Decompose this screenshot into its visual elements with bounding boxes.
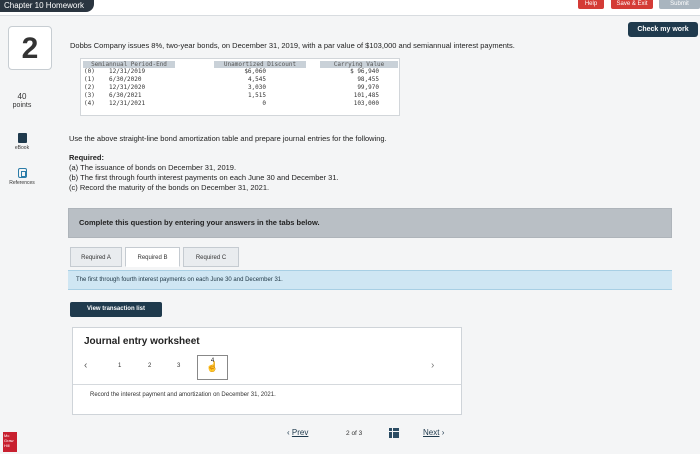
tab-required-c[interactable]: Required C (183, 247, 239, 267)
instructions-text: Use the above straight-line bond amortiz… (69, 134, 387, 143)
worksheet-page-2[interactable]: 2 (148, 363, 151, 369)
chevron-left-icon: ‹ (287, 428, 290, 437)
prev-label: Prev (291, 428, 309, 437)
period-date: 6/30/2020 (109, 76, 142, 83)
points-value: 40 (17, 92, 27, 101)
ebook-icon (17, 133, 27, 143)
table-row: (4) 12/31/2021 0 103,000 (81, 100, 401, 108)
unamortized-discount: 0 (262, 100, 266, 107)
table-row: (1) 6/30/2020 4,545 98,455 (81, 76, 401, 84)
worksheet-next-arrow[interactable]: › (431, 360, 434, 371)
prev-question-button[interactable]: ‹ Prev (287, 428, 308, 437)
tab-required-a[interactable]: Required A (70, 247, 122, 267)
check-my-work-button[interactable]: Check my work (628, 22, 698, 37)
worksheet-entry-description: Record the interest payment and amortiza… (90, 392, 276, 398)
mcgraw-hill-logo: Mc Graw Hill (3, 432, 17, 452)
worksheet-page-3[interactable]: 3 (177, 363, 180, 369)
question-text: Dobbs Company issues 8%, two-year bonds,… (70, 41, 515, 50)
assignment-title: Chapter 10 Homework (0, 0, 95, 12)
required-heading: Required: (69, 153, 105, 162)
view-transaction-list-button[interactable]: View transaction list (70, 302, 162, 317)
column-header: Carrying Value (320, 61, 398, 68)
required-item-a: (a) The issuance of bonds on December 31… (69, 163, 237, 172)
worksheet-page-1[interactable]: 1 (118, 363, 121, 369)
page-total: 3 (358, 430, 363, 437)
carrying-value: 99,970 (357, 84, 379, 91)
question-number: 2 (8, 26, 52, 70)
page-of: of (351, 430, 357, 437)
worksheet-page-4-current[interactable]: 4 ☝ (197, 355, 228, 380)
submit-button[interactable]: Submit (659, 0, 700, 9)
worksheet-title: Journal entry worksheet (84, 336, 200, 347)
pointer-hand-icon: ☝ (206, 362, 219, 373)
next-label: Next (423, 428, 440, 437)
points-info: 40 points (4, 92, 40, 110)
points-label: points (12, 102, 32, 109)
unamortized-discount: 1,515 (247, 92, 266, 99)
question-pager: 2 of 3 (346, 430, 362, 437)
carrying-value: 98,455 (357, 76, 379, 83)
instructions-banner: Complete this question by entering your … (68, 208, 672, 238)
period-index: (4) (84, 100, 95, 107)
references-label: References (9, 180, 35, 186)
page-current: 2 (346, 430, 350, 437)
chevron-right-icon: › (441, 428, 445, 437)
period-index: (3) (84, 92, 95, 99)
unamortized-discount: 4,545 (247, 76, 266, 83)
period-date: 12/31/2021 (109, 100, 146, 107)
column-header: Unamortized Discount (214, 61, 306, 68)
period-index: (2) (84, 84, 95, 91)
grid-icon[interactable] (389, 428, 399, 438)
references-link[interactable]: References (2, 168, 42, 186)
top-bar: Chapter 10 Homework Help Save & Exit Sub… (0, 0, 700, 16)
table-row: (3) 6/30/2021 1,515 101,485 (81, 92, 401, 100)
carrying-value: $ 96,940 (350, 68, 379, 75)
journal-entry-worksheet: Journal entry worksheet ‹ 1 2 3 4 ☝ › Re… (72, 327, 462, 415)
ebook-link[interactable]: eBook (2, 133, 42, 151)
period-index: (1) (84, 76, 95, 83)
required-item-c: (c) Record the maturity of the bonds on … (69, 183, 270, 192)
period-date: 12/31/2019 (109, 68, 146, 75)
period-date: 6/30/2021 (109, 92, 142, 99)
save-exit-button[interactable]: Save & Exit (611, 0, 653, 9)
worksheet-prev-arrow[interactable]: ‹ (84, 360, 87, 371)
divider (73, 384, 461, 385)
ebook-label: eBook (14, 145, 30, 151)
tab-required-b[interactable]: Required B (125, 247, 180, 267)
tab-description: The first through fourth interest paymen… (68, 270, 672, 290)
required-item-b: (b) The first through fourth interest pa… (69, 173, 339, 182)
period-date: 12/31/2020 (109, 84, 146, 91)
carrying-value: 101,485 (353, 92, 379, 99)
amortization-table: Semiannual Period-End Unamortized Discou… (80, 58, 400, 116)
table-row: (2) 12/31/2020 3,030 99,970 (81, 84, 401, 92)
unamortized-discount: $6,060 (244, 68, 266, 75)
next-question-button[interactable]: Next › (423, 428, 444, 437)
references-icon (17, 168, 27, 178)
table-row: (0) 12/31/2019 $6,060 $ 96,940 (81, 68, 401, 76)
column-header: Semiannual Period-End (83, 61, 175, 68)
carrying-value: 103,000 (353, 100, 379, 107)
period-index: (0) (84, 68, 95, 75)
unamortized-discount: 3,030 (247, 84, 266, 91)
help-button[interactable]: Help (578, 0, 604, 9)
